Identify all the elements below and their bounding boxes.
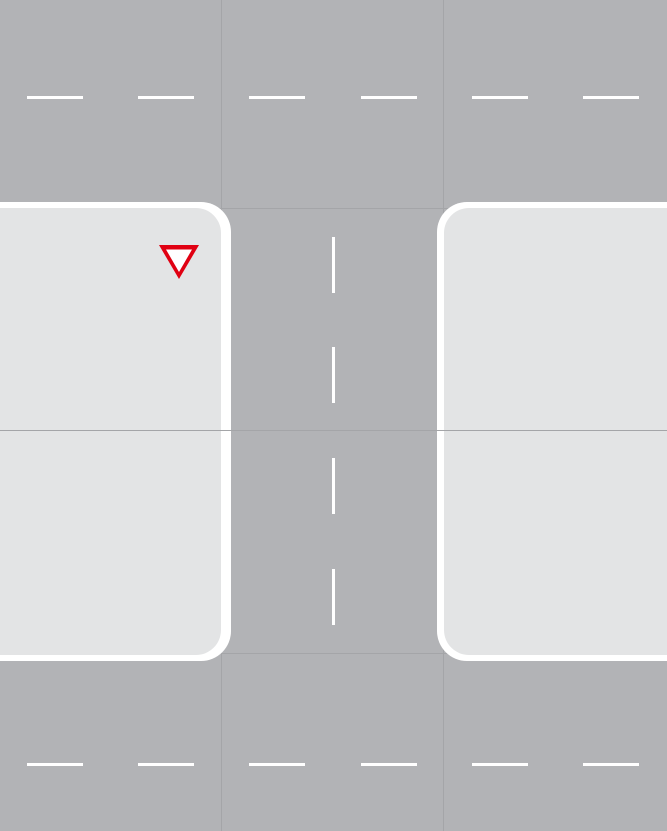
left-city-block [0, 202, 231, 661]
right-city-block [437, 202, 667, 661]
right-block-surface [444, 208, 667, 655]
left-block-surface [0, 208, 221, 655]
intersection-map [0, 0, 667, 831]
road-map [0, 0, 667, 831]
